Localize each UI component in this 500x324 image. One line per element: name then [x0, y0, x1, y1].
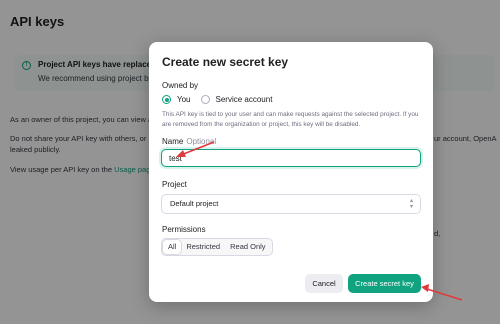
owned-by-label: Owned by	[162, 81, 199, 90]
radio-service-account[interactable]	[200, 95, 210, 104]
permissions-segmented-control: All Restricted Read Only	[161, 238, 273, 256]
up-down-caret-icon: ▴ ▾	[409, 198, 413, 210]
name-input[interactable]	[161, 149, 421, 167]
cancel-button[interactable]: Cancel	[305, 274, 343, 293]
owner-radio-group: You Service account	[162, 95, 282, 104]
owner-option-you-label: You	[177, 95, 191, 104]
permissions-label: Permissions	[162, 225, 206, 234]
owner-option-service-account[interactable]: Service account	[200, 95, 273, 104]
dialog-title: Create new secret key	[162, 55, 289, 69]
owner-description: This API key is tied to your user and ca…	[162, 111, 419, 128]
name-label-text: Name	[162, 137, 184, 146]
name-optional-text: Optional	[186, 137, 217, 146]
permission-all[interactable]: All	[163, 240, 182, 254]
create-secret-key-button[interactable]: Create secret key	[348, 274, 421, 293]
project-select[interactable]: Default project ▴ ▾	[161, 194, 421, 214]
name-label: Name Optional	[162, 137, 216, 146]
radio-you[interactable]	[162, 95, 171, 104]
project-select-value: Default project	[170, 199, 219, 208]
permission-read-only[interactable]: Read Only	[225, 240, 270, 254]
project-label: Project	[162, 180, 187, 189]
owner-option-service-account-label: Service account	[215, 95, 273, 104]
owner-option-you[interactable]: You	[162, 95, 191, 104]
create-secret-key-dialog: Create new secret key Owned by You Servi…	[149, 42, 433, 302]
permission-restricted[interactable]: Restricted	[181, 240, 225, 254]
